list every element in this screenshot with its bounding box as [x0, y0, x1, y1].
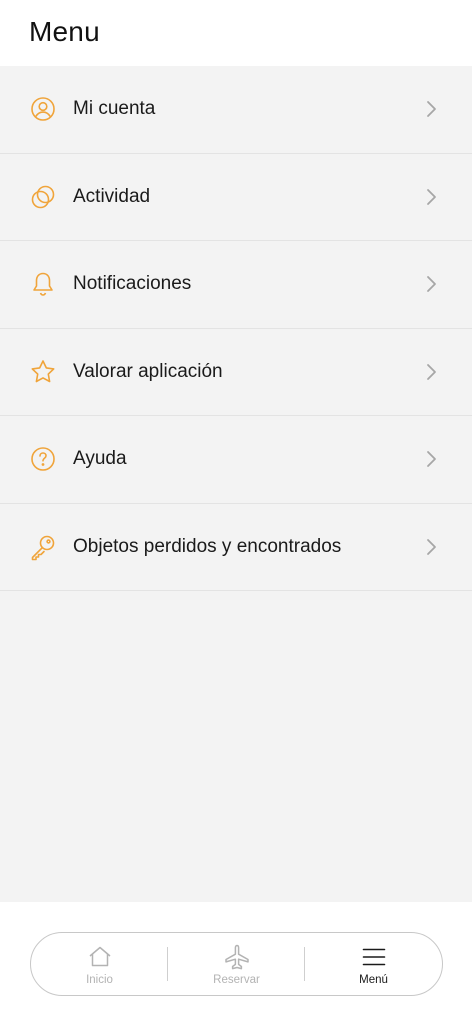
bottom-navigation-area: Inicio Reservar Menú: [0, 902, 472, 1024]
menu-item-label: Actividad: [73, 185, 151, 207]
key-icon: [29, 533, 57, 561]
menu-item-ayuda[interactable]: Ayuda: [0, 416, 472, 504]
bell-icon: [29, 270, 57, 298]
question-circle-icon: [29, 445, 57, 473]
menu-item-label: Notificaciones: [73, 273, 192, 295]
menu-item-label: Mi cuenta: [73, 98, 156, 120]
chevron-right-icon: [424, 537, 438, 557]
user-circle-icon: [29, 95, 57, 123]
menu-item-label: Valorar aplicación: [73, 360, 223, 382]
chevron-right-icon: [424, 362, 438, 382]
menu-item-label: Ayuda: [73, 448, 127, 470]
menu-item-mi-cuenta[interactable]: Mi cuenta: [0, 66, 472, 154]
chevron-right-icon: [424, 449, 438, 469]
home-icon: [89, 946, 110, 966]
star-icon: [29, 358, 57, 386]
app-screen: Menu Mi cuenta Actividad Notificaciones …: [0, 0, 472, 1024]
menu-item-actividad[interactable]: Actividad: [0, 154, 472, 241]
menu-item-label: Objetos perdidos y encontrados: [73, 535, 342, 557]
tab-bar: Inicio Reservar Menú: [30, 932, 443, 996]
chevron-right-icon: [424, 187, 438, 207]
overlapping-circles-icon: [29, 183, 57, 211]
menu-item-objetos-perdidos[interactable]: Objetos perdidos y encontrados: [0, 504, 472, 591]
tab-menu[interactable]: Menú: [305, 933, 442, 995]
hamburger-menu-icon: [362, 948, 385, 965]
page-title: Menu: [29, 16, 100, 47]
tab-inicio[interactable]: Inicio: [31, 933, 168, 995]
menu-list: Mi cuenta Actividad Notificaciones Valor…: [0, 66, 472, 591]
plane-icon: [224, 944, 249, 969]
tab-reservar[interactable]: Reservar: [168, 933, 305, 995]
header: Menu: [0, 0, 472, 66]
menu-content: Mi cuenta Actividad Notificaciones Valor…: [0, 66, 472, 902]
menu-item-notificaciones[interactable]: Notificaciones: [0, 241, 472, 329]
chevron-right-icon: [424, 274, 438, 294]
chevron-right-icon: [424, 99, 438, 119]
tab-label: Reservar: [213, 973, 260, 986]
tab-label: Menú: [359, 973, 388, 986]
menu-item-valorar-aplicacion[interactable]: Valorar aplicación: [0, 329, 472, 416]
tab-label: Inicio: [86, 973, 113, 986]
